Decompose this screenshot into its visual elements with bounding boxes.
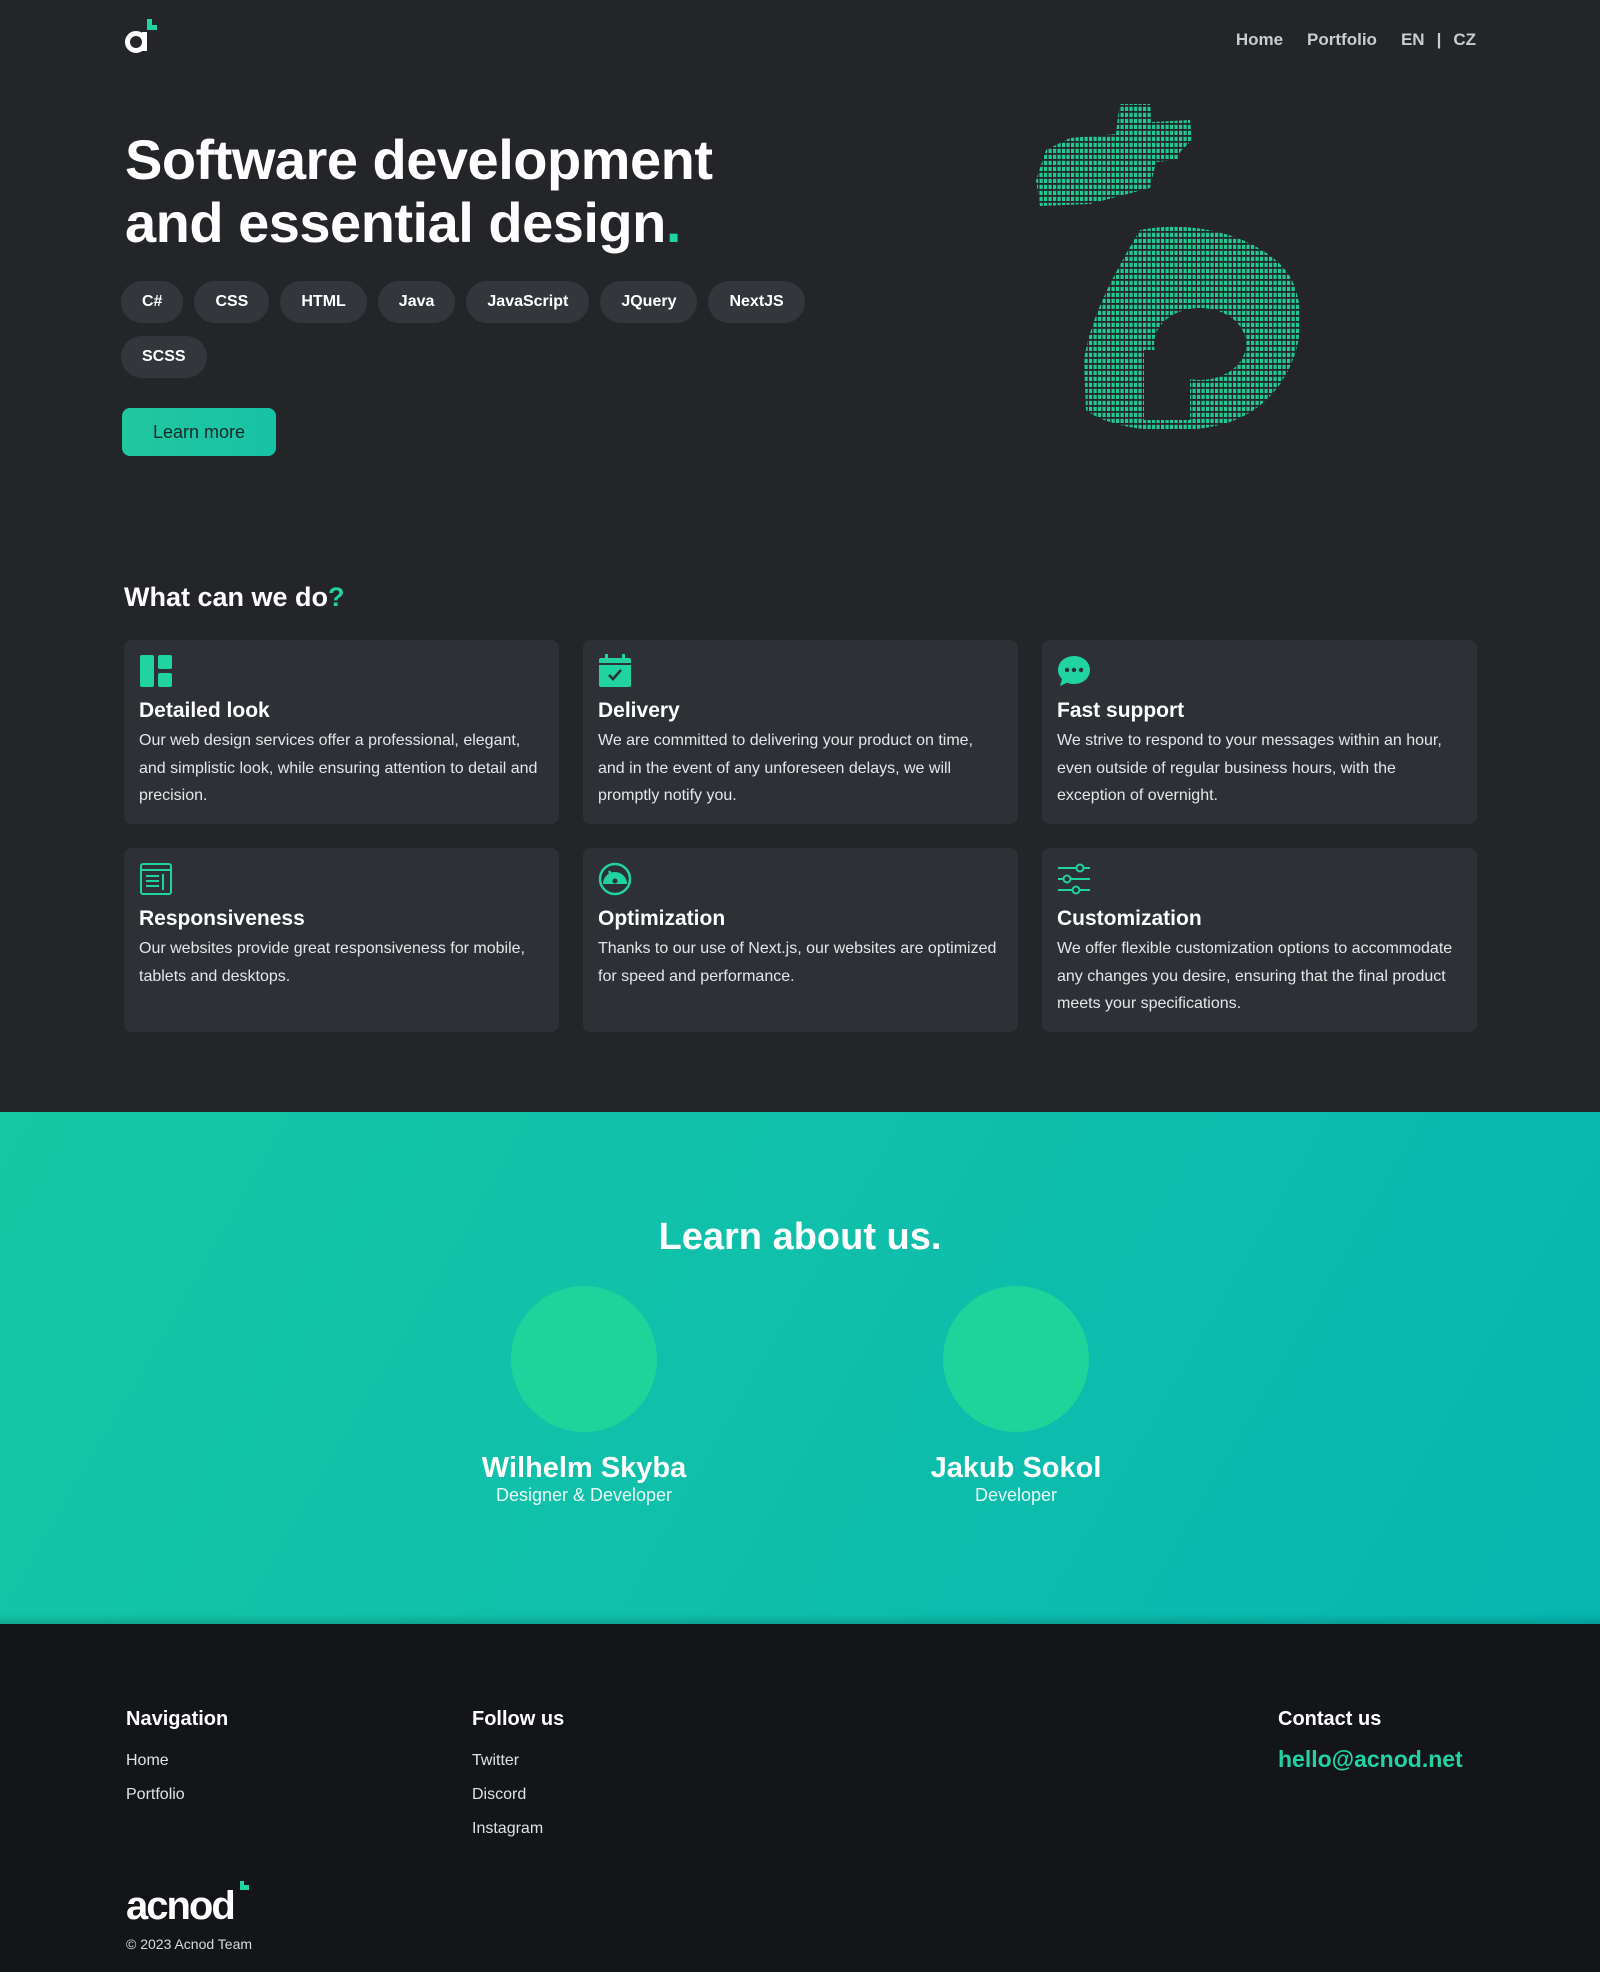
tag-java: Java xyxy=(377,281,456,323)
service-card-text: We offer flexible customization options … xyxy=(1057,940,1453,1012)
service-card-optimization: Optimization Thanks to our use of Next.j… xyxy=(583,848,1018,1032)
copyright-text: © 2023 Acnod Team xyxy=(126,1936,253,1952)
acnod-logo-icon[interactable] xyxy=(123,17,163,57)
newspaper-icon xyxy=(140,863,172,895)
layout-icon xyxy=(140,655,172,687)
tech-tags: C# CSS HTML Java JavaScript JQuery NextJ… xyxy=(121,281,841,378)
ascii-logo-illustration xyxy=(1036,104,1301,431)
footer-follow-title: Follow us xyxy=(472,1708,565,1730)
service-card-title: Fast support xyxy=(1057,699,1185,722)
member-name: Wilhelm Skyba xyxy=(481,1452,687,1484)
team-member-wilhelm: Wilhelm Skyba Designer & Developer xyxy=(454,1286,714,1506)
service-card-text: We strive to respond to your messages wi… xyxy=(1057,732,1442,804)
about-title: Learn about us. xyxy=(658,1216,942,1258)
team-member-jakub: Jakub Sokol Developer xyxy=(886,1286,1146,1506)
services-title-text: What can we do xyxy=(124,582,329,612)
footer-follow: Follow us Twitter Discord Instagram xyxy=(472,1708,564,1846)
footer-contact: Contact us hello@acnod.net xyxy=(1278,1708,1463,1774)
speedometer-icon xyxy=(598,862,632,896)
footer-twitter-link[interactable]: Twitter xyxy=(472,1744,564,1778)
services-grid: Detailed look Our web design services of… xyxy=(124,640,1477,1032)
nav-home-link[interactable]: Home xyxy=(1236,30,1283,50)
footer-portfolio-link[interactable]: Portfolio xyxy=(126,1778,228,1812)
service-card-responsiveness: Responsiveness Our websites provide grea… xyxy=(124,848,559,1032)
service-card-detailed-look: Detailed look Our web design services of… xyxy=(124,640,559,824)
tag-scss: SCSS xyxy=(121,336,207,378)
logo-text: acnod xyxy=(126,1884,234,1925)
service-card-fast-support: Fast support We strive to respond to you… xyxy=(1042,640,1477,824)
footer-contact-title: Contact us xyxy=(1278,1708,1382,1730)
sliders-icon xyxy=(1058,863,1090,895)
service-card-title: Responsiveness xyxy=(139,907,305,930)
learn-more-button[interactable]: Learn more xyxy=(122,408,276,456)
member-name: Jakub Sokol xyxy=(930,1452,1102,1484)
hero-title-line2: and essential design xyxy=(125,191,666,254)
service-card-title: Detailed look xyxy=(139,699,270,722)
top-nav: Home Portfolio EN | CZ xyxy=(1212,30,1476,50)
service-card-customization: Customization We offer flexible customiz… xyxy=(1042,848,1477,1032)
services-title-mark: ? xyxy=(328,582,345,612)
contact-email-link[interactable]: hello@acnod.net xyxy=(1278,1744,1463,1774)
services-title: What can we do? xyxy=(124,582,345,613)
nav-portfolio-link[interactable]: Portfolio xyxy=(1307,30,1377,50)
hero-title-dot: . xyxy=(665,191,682,254)
hero-title-line1: Software development xyxy=(125,128,713,191)
service-card-title: Customization xyxy=(1057,907,1202,930)
avatar xyxy=(511,1286,657,1432)
service-card-delivery: Delivery We are committed to delivering … xyxy=(583,640,1018,824)
footer-navigation-title: Navigation xyxy=(126,1708,229,1730)
calendar-check-icon xyxy=(599,654,631,687)
about-section: Learn about us. Wilhelm Skyba Designer &… xyxy=(0,1112,1600,1624)
tag-nextjs: NextJS xyxy=(708,281,805,323)
site-footer: Navigation Home Portfolio Follow us Twit… xyxy=(0,1624,1600,1972)
site-header: Home Portfolio EN | CZ xyxy=(0,0,1600,84)
lang-en-link[interactable]: EN xyxy=(1401,30,1425,50)
footer-discord-link[interactable]: Discord xyxy=(472,1778,564,1812)
chat-bubble-icon xyxy=(1058,656,1090,686)
tag-jquery: JQuery xyxy=(600,281,698,323)
tag-css: CSS xyxy=(194,281,270,323)
hero-title: Software development and essential desig… xyxy=(125,128,825,254)
acnod-wordmark-logo[interactable]: acnod xyxy=(126,1879,256,1925)
service-card-title: Optimization xyxy=(598,907,726,930)
footer-instagram-link[interactable]: Instagram xyxy=(472,1812,564,1846)
service-card-text: Thanks to our use of Next.js, our websit… xyxy=(598,940,997,985)
footer-navigation: Navigation Home Portfolio xyxy=(126,1708,228,1812)
service-card-text: Our websites provide great responsivenes… xyxy=(139,940,525,985)
member-role: Developer xyxy=(974,1485,1058,1505)
footer-home-link[interactable]: Home xyxy=(126,1744,228,1778)
avatar xyxy=(943,1286,1089,1432)
service-card-text: Our web design services offer a professi… xyxy=(139,732,538,804)
service-card-title: Delivery xyxy=(598,699,680,722)
lang-separator: | xyxy=(1436,30,1442,49)
member-role: Designer & Developer xyxy=(495,1485,673,1505)
tag-javascript: JavaScript xyxy=(466,281,590,323)
service-card-text: We are committed to delivering your prod… xyxy=(598,732,973,804)
tag-html: HTML xyxy=(280,281,367,323)
tag-csharp: C# xyxy=(121,281,184,323)
lang-cz-link[interactable]: CZ xyxy=(1453,30,1476,50)
